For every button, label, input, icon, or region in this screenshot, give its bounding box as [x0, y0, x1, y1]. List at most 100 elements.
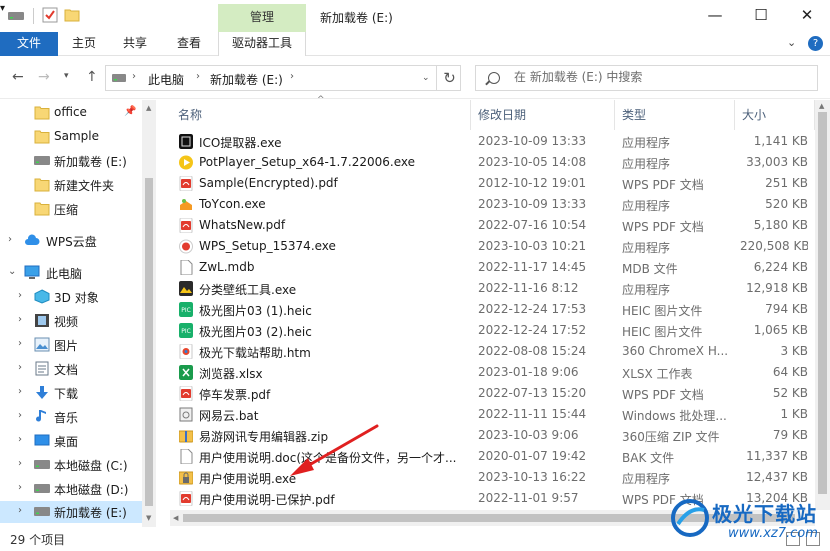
sidebar-item-office[interactable]: office 📌 — [0, 102, 142, 124]
scroll-down-icon[interactable]: ▼ — [146, 514, 151, 522]
close-button[interactable]: ✕ — [784, 0, 830, 32]
column-divider[interactable] — [614, 100, 615, 130]
column-header-size[interactable]: 大小 — [742, 106, 766, 123]
breadcrumb-chevron-icon[interactable]: › — [132, 71, 136, 82]
breadcrumb-chevron-icon[interactable]: › — [196, 71, 200, 82]
forward-arrow-icon[interactable]: → — [38, 69, 50, 85]
sort-ascending-icon: ^ — [317, 95, 325, 105]
row-wallpaper-tool[interactable]: 分类壁纸工具.exe 2022-11-16 8:12 应用程序 12,918 KB — [170, 278, 815, 299]
sidebar-item-drive-c[interactable]: › 本地磁盘 (C:) — [0, 454, 142, 476]
row-browser-xlsx[interactable]: 浏览器.xlsx 2023-01-18 9:06 XLSX 工作表 64 KB — [170, 362, 815, 383]
file-size: 1,141 KB — [753, 134, 808, 148]
chevron-right-icon[interactable]: › — [18, 290, 22, 301]
expand-ribbon-icon[interactable]: ⌄ — [787, 36, 796, 49]
sidebar-item-drive-e[interactable]: › 新加载卷 (E:) — [0, 501, 142, 523]
drive-icon[interactable] — [8, 11, 24, 21]
column-divider[interactable] — [470, 100, 471, 130]
maximize-button[interactable]: ☐ — [738, 0, 784, 32]
chevron-right-icon[interactable]: › — [18, 386, 22, 397]
refresh-icon[interactable]: ↻ — [436, 65, 462, 91]
column-divider[interactable] — [734, 100, 735, 130]
row-zwl-mdb[interactable]: ZwL.mdb 2022-11-17 14:45 MDB 文件 6,224 KB — [170, 257, 815, 278]
file-type: BAK 文件 — [622, 451, 675, 465]
sidebar-item-drive-d[interactable]: › 本地磁盘 (D:) — [0, 478, 142, 500]
pin-icon[interactable]: 📌 — [124, 106, 136, 117]
column-header-date[interactable]: 修改日期 — [478, 106, 526, 123]
sidebar-item-sample[interactable]: Sample — [0, 126, 142, 148]
row-sample-encrypted-pdf[interactable]: Sample(Encrypted).pdf 2012-10-12 19:01 WPS… — [170, 173, 815, 194]
row-ico-extractor[interactable]: ICO提取器.exe 2023-10-09 13:33 应用程序 1,141 KB — [170, 131, 815, 152]
row-wps-setup[interactable]: WPS_Setup_15374.exe 2023-10-03 10:21 应用程序 2… — [170, 236, 815, 257]
watermark-logo: 极光下载站 www.xz7.com — [668, 494, 828, 548]
chevron-right-icon[interactable]: › — [18, 338, 22, 349]
sidebar-item-documents[interactable]: › 文档 — [0, 358, 142, 380]
row-potplayer-setup[interactable]: PotPlayer_Setup_x64-1.7.22006.exe 2023-10… — [170, 152, 815, 173]
row-parking-invoice-pdf[interactable]: 停车发票.pdf 2022-07-13 15:20 WPS PDF 文档 52 KB — [170, 383, 815, 404]
help-button[interactable]: ? — [808, 36, 823, 51]
tab-view[interactable]: 查看 — [167, 32, 211, 56]
file-date: 2023-10-13 16:22 — [478, 470, 587, 484]
tab-share[interactable]: 共享 — [113, 32, 157, 56]
chevron-right-icon[interactable]: › — [18, 434, 22, 445]
bat-icon — [179, 407, 193, 422]
sidebar-item-compress[interactable]: 压缩 — [0, 198, 142, 220]
chevron-right-icon[interactable]: › — [18, 482, 22, 493]
recent-locations-icon[interactable]: ▾ — [64, 71, 69, 81]
row-netease-bat[interactable]: 网易云.bat 2022-11-11 15:44 Windows 批处理... 1 K… — [170, 404, 815, 425]
up-arrow-icon[interactable]: ↑ — [86, 69, 98, 85]
new-folder-icon[interactable] — [64, 7, 80, 23]
scroll-left-icon[interactable]: ◀ — [173, 514, 178, 522]
sidebar-item-music[interactable]: › 音乐 — [0, 406, 142, 428]
pdf-icon — [179, 386, 193, 401]
breadcrumb-chevron-icon[interactable]: › — [290, 71, 294, 82]
sidebar-scrollbar-thumb[interactable] — [145, 178, 153, 506]
sidebar-item-videos[interactable]: › 视频 — [0, 310, 142, 332]
address-dropdown-icon[interactable]: ⌄ — [422, 73, 430, 83]
chevron-right-icon[interactable]: › — [18, 505, 22, 516]
column-header-type[interactable]: 类型 — [622, 106, 646, 123]
vertical-scrollbar-thumb[interactable] — [818, 112, 827, 494]
sidebar-item-desktop[interactable]: › 桌面 — [0, 430, 142, 452]
scroll-up-icon[interactable]: ▲ — [146, 104, 151, 112]
row-toycon[interactable]: ToYcon.exe 2023-10-09 13:33 应用程序 520 KB — [170, 194, 815, 215]
search-box[interactable] — [475, 65, 818, 91]
sidebar-item-downloads[interactable]: › 下载 — [0, 382, 142, 404]
chevron-right-icon[interactable]: › — [18, 410, 22, 421]
tab-file[interactable]: 文件 — [0, 32, 58, 56]
row-help-htm[interactable]: 极光下载站帮助.htm 2022-08-08 15:24 360 ChromeX H… — [170, 341, 815, 362]
properties-check-icon[interactable] — [42, 7, 58, 23]
chevron-right-icon[interactable]: › — [18, 314, 22, 325]
minimize-button[interactable]: — — [692, 0, 738, 32]
row-editor-zip[interactable]: 易游网讯专用编辑器.zip 2023-10-03 9:06 360压缩 ZIP 文件… — [170, 425, 815, 446]
sidebar-item-new-folder[interactable]: 新建文件夹 — [0, 174, 142, 196]
sidebar-item-3d-objects[interactable]: › 3D 对象 — [0, 286, 142, 308]
chevron-down-icon[interactable]: ⌄ — [8, 266, 16, 277]
chevron-right-icon[interactable]: › — [8, 234, 12, 245]
manage-context-tab[interactable]: 管理 — [218, 4, 306, 32]
sidebar-item-quick-drive-e[interactable]: 新加载卷 (E:) — [0, 150, 142, 172]
watermark-url: www.xz7.com — [728, 526, 818, 541]
file-date: 2022-07-13 15:20 — [478, 386, 587, 400]
breadcrumb-this-pc[interactable]: 此电脑 — [148, 71, 184, 88]
breadcrumb-drive-e[interactable]: 新加载卷 (E:) — [210, 71, 283, 88]
customize-toolbar-icon[interactable]: ▾ — [0, 3, 5, 14]
row-aurora-image-1[interactable]: PIC 极光图片03 (1).heic 2022-12-24 17:53 HEIC 图… — [170, 299, 815, 320]
scroll-up-icon[interactable]: ▲ — [819, 102, 824, 110]
column-header-name[interactable]: 名称 — [178, 106, 202, 123]
row-user-manual-exe[interactable]: 用户使用说明.exe 2023-10-13 16:22 应用程序 12,437 KB — [170, 467, 815, 488]
sidebar-item-pictures[interactable]: › 图片 — [0, 334, 142, 356]
watermark-title: 极光下载站 — [712, 502, 817, 526]
chevron-right-icon[interactable]: › — [18, 458, 22, 469]
tab-drive-tools[interactable]: 驱动器工具 — [218, 32, 306, 56]
sidebar-item-wps-cloud[interactable]: › WPS云盘 — [0, 230, 142, 252]
address-bar[interactable]: › 此电脑 › 新加载卷 (E:) › ⌄ — [105, 65, 461, 91]
row-user-manual-doc-backup[interactable]: 用户使用说明.doc(这个是备份文件，另一个才... 2020-01-07 19:… — [170, 446, 815, 467]
back-arrow-icon[interactable]: ← — [12, 69, 24, 85]
row-whatsnew-pdf[interactable]: WhatsNew.pdf 2022-07-16 10:54 WPS PDF 文档 5,… — [170, 215, 815, 236]
tab-home[interactable]: 主页 — [62, 32, 106, 56]
row-aurora-image-2[interactable]: PIC 极光图片03 (2).heic 2022-12-24 17:52 HEIC 图… — [170, 320, 815, 341]
sidebar-item-this-pc[interactable]: ⌄ 此电脑 — [0, 262, 142, 284]
sidebar-item-label: 本地磁盘 (D:) — [54, 483, 129, 497]
chevron-right-icon[interactable]: › — [18, 362, 22, 373]
search-input[interactable] — [514, 70, 804, 84]
